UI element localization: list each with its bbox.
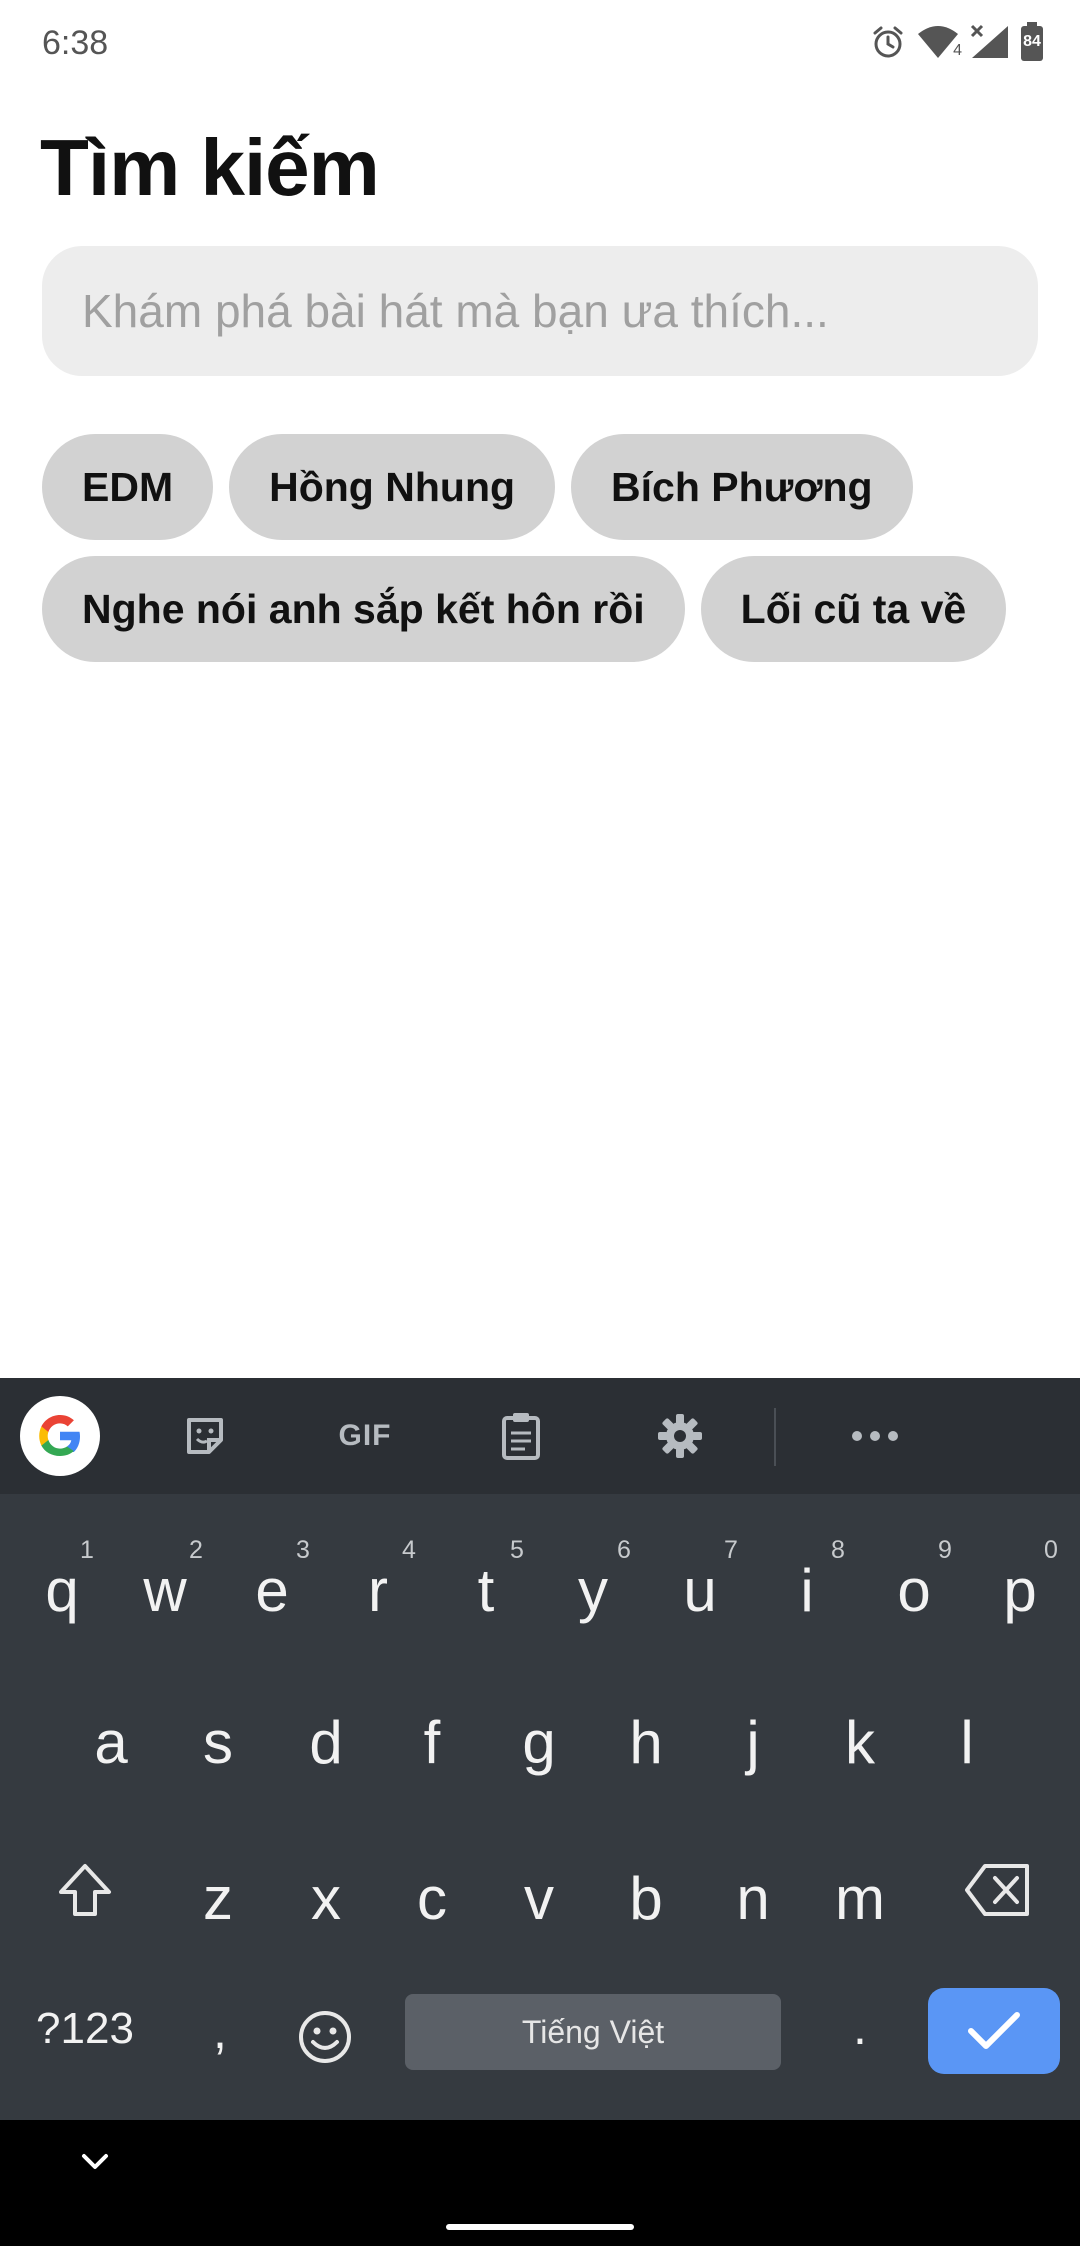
page-title: Tìm kiếm bbox=[40, 123, 380, 212]
key-label: u bbox=[683, 1557, 717, 1624]
sticker-button[interactable] bbox=[170, 1378, 240, 1494]
search-bar[interactable] bbox=[42, 246, 1038, 376]
battery-icon: 84 bbox=[1020, 22, 1044, 62]
checkmark-icon bbox=[968, 2012, 1020, 2049]
key-s[interactable]: s bbox=[178, 1708, 258, 1777]
toolbar-divider bbox=[774, 1408, 776, 1466]
key-h[interactable]: h bbox=[606, 1708, 686, 1777]
key-label: t bbox=[477, 1557, 495, 1624]
key-hint: 3 bbox=[296, 1536, 310, 1564]
search-input[interactable] bbox=[42, 246, 1038, 376]
key-w[interactable]: w 2 bbox=[125, 1536, 205, 1625]
key-k[interactable]: k bbox=[820, 1708, 900, 1777]
key-j[interactable]: j bbox=[713, 1708, 793, 1777]
enter-key[interactable] bbox=[928, 1988, 1060, 2074]
key-d[interactable]: d bbox=[286, 1708, 366, 1777]
key-t[interactable]: t 5 bbox=[446, 1536, 526, 1625]
settings-icon bbox=[658, 1414, 702, 1458]
chip-edm[interactable]: EDM bbox=[42, 434, 214, 540]
key-label: r bbox=[368, 1557, 388, 1624]
key-v[interactable]: v bbox=[499, 1864, 579, 1933]
comma-key[interactable]: , bbox=[190, 2002, 250, 2060]
chip-nghe-noi-anh-sap-ket-hon-roi[interactable]: Nghe nói anh sắp kết hôn rồi bbox=[42, 556, 685, 662]
key-x[interactable]: x bbox=[286, 1864, 366, 1933]
key-label: i bbox=[800, 1557, 814, 1624]
key-label: e bbox=[255, 1557, 289, 1624]
key-label: y bbox=[578, 1557, 608, 1624]
status-time: 6:38 bbox=[42, 24, 109, 62]
key-hint: 9 bbox=[938, 1536, 952, 1564]
more-button[interactable] bbox=[840, 1378, 910, 1494]
key-p[interactable]: p 0 bbox=[980, 1536, 1060, 1625]
key-hint: 4 bbox=[402, 1536, 416, 1564]
key-f[interactable]: f bbox=[392, 1708, 472, 1777]
key-m[interactable]: m bbox=[820, 1864, 900, 1933]
key-g[interactable]: g bbox=[499, 1708, 579, 1777]
sticker-icon bbox=[187, 1418, 223, 1454]
navigation-bar bbox=[0, 2120, 1080, 2246]
keyboard-toolbar: GIF bbox=[0, 1378, 1080, 1494]
key-a[interactable]: a bbox=[71, 1708, 151, 1777]
key-hint: 1 bbox=[80, 1536, 94, 1564]
chip-hong-nhung[interactable]: Hồng Nhung bbox=[229, 434, 556, 540]
wifi-icon: 4 bbox=[916, 24, 962, 60]
battery-level: 84 bbox=[1023, 33, 1041, 50]
key-hint: 7 bbox=[724, 1536, 738, 1564]
backspace-icon bbox=[965, 1864, 1029, 1916]
home-handle[interactable] bbox=[446, 2224, 634, 2230]
alarm-icon bbox=[870, 24, 906, 60]
network-badge: 4 bbox=[953, 42, 962, 60]
key-c[interactable]: c bbox=[392, 1864, 472, 1933]
suggestion-chips: EDM Hồng Nhung Bích Phương Nghe nói anh … bbox=[42, 434, 1042, 662]
clipboard-icon bbox=[502, 1413, 540, 1460]
shift-key[interactable] bbox=[40, 1846, 130, 1926]
backspace-key[interactable] bbox=[948, 1846, 1048, 1926]
space-bar[interactable]: Tiếng Việt bbox=[405, 1994, 781, 2070]
status-icons: 4 84 bbox=[870, 22, 1044, 62]
signal-icon bbox=[970, 24, 1010, 60]
symbols-key[interactable]: ?123 bbox=[22, 2004, 148, 2054]
key-hint: 5 bbox=[510, 1536, 524, 1564]
key-hint: 8 bbox=[831, 1536, 845, 1564]
key-hint: 2 bbox=[189, 1536, 203, 1564]
clipboard-button[interactable] bbox=[486, 1378, 556, 1494]
chip-bich-phuong[interactable]: Bích Phương bbox=[571, 434, 913, 540]
key-l[interactable]: l bbox=[927, 1708, 1007, 1777]
gif-button[interactable]: GIF bbox=[320, 1378, 410, 1494]
status-bar: 6:38 4 84 bbox=[0, 0, 1080, 88]
more-icon bbox=[852, 1431, 898, 1441]
keyboard: GIF q 1 w 2 e 3 r 4 t 5 y 6 u 7 i 8 o 9 … bbox=[0, 1378, 1080, 2120]
emoji-key[interactable] bbox=[285, 1998, 365, 2078]
chip-loi-cu-ta-ve[interactable]: Lối cũ ta về bbox=[700, 556, 1007, 662]
key-q[interactable]: q 1 bbox=[22, 1536, 102, 1625]
gif-label: GIF bbox=[338, 1419, 392, 1452]
chevron-down-icon[interactable] bbox=[76, 2146, 114, 2181]
period-key[interactable]: . bbox=[830, 1998, 890, 2056]
key-label: o bbox=[897, 1557, 931, 1624]
settings-button[interactable] bbox=[645, 1378, 715, 1494]
key-y[interactable]: y 6 bbox=[553, 1536, 633, 1625]
emoji-icon bbox=[299, 2011, 351, 2063]
key-label: w bbox=[143, 1557, 187, 1624]
key-i[interactable]: i 8 bbox=[767, 1536, 847, 1625]
key-n[interactable]: n bbox=[713, 1864, 793, 1933]
key-hint: 0 bbox=[1044, 1536, 1058, 1564]
key-u[interactable]: u 7 bbox=[660, 1536, 740, 1625]
key-o[interactable]: o 9 bbox=[874, 1536, 954, 1625]
key-z[interactable]: z bbox=[178, 1864, 258, 1933]
google-button[interactable] bbox=[20, 1378, 100, 1494]
google-icon bbox=[20, 1396, 100, 1476]
key-label: q bbox=[45, 1557, 79, 1624]
key-hint: 6 bbox=[617, 1536, 631, 1564]
key-e[interactable]: e 3 bbox=[232, 1536, 312, 1625]
shift-icon bbox=[59, 1864, 111, 1916]
key-r[interactable]: r 4 bbox=[338, 1536, 418, 1625]
key-b[interactable]: b bbox=[606, 1864, 686, 1933]
key-label: p bbox=[1003, 1557, 1037, 1624]
